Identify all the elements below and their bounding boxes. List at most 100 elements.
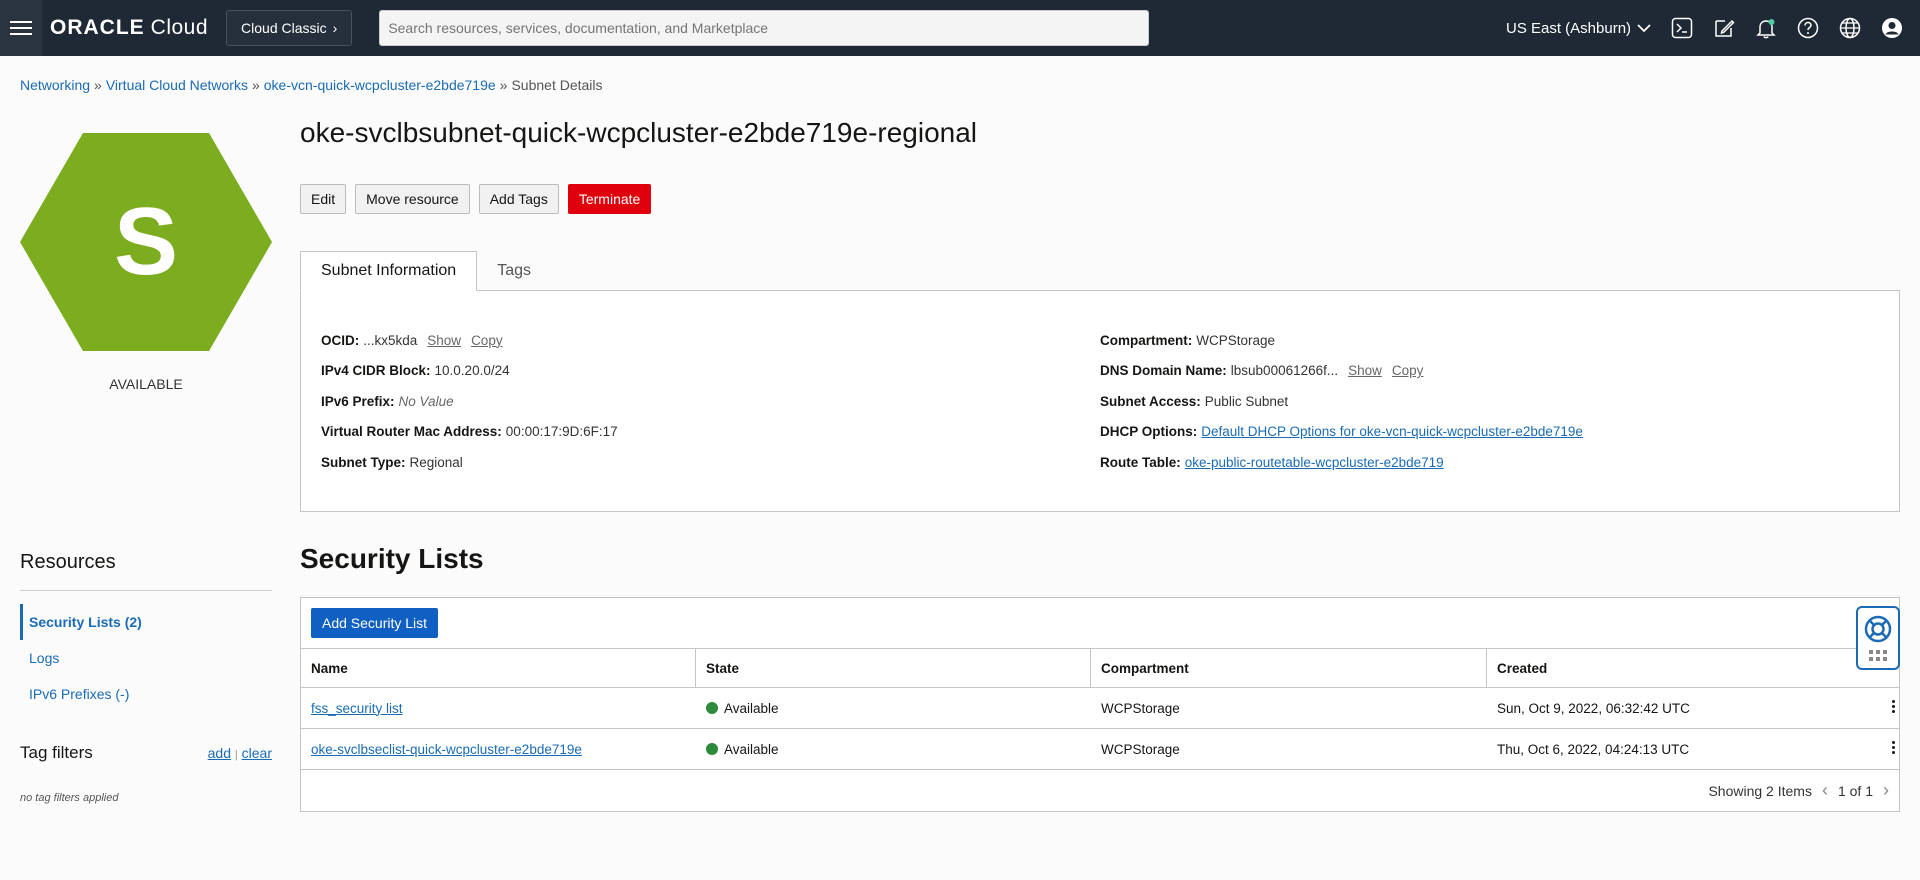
terminate-button[interactable]: Terminate — [567, 184, 652, 214]
resources-divider — [20, 590, 272, 591]
tag-filter-divider: | — [234, 749, 238, 761]
tag-filters-empty: no tag filters applied — [20, 792, 119, 804]
copy-dns-link[interactable]: Copy — [1392, 363, 1424, 378]
info-label: Subnet Type: — [321, 454, 406, 470]
state-value: Available — [724, 741, 779, 757]
info-label: OCID: — [321, 332, 360, 348]
chevron-right-icon: › — [332, 20, 338, 36]
security-lists-table: Add Security List Name State Compartment… — [300, 597, 1900, 812]
logo-brand: ORACLE — [50, 16, 145, 39]
status-available-icon — [706, 743, 718, 755]
tab-subnet-information[interactable]: Subnet Information — [300, 251, 478, 291]
info-column-right: Compartment: WCPStorage DNS Domain Name:… — [1100, 325, 1583, 478]
breadcrumb: Networking» Virtual Cloud Networks» oke-vc… — [20, 77, 603, 93]
breadcrumb-separator: » — [94, 77, 102, 93]
table-row: fss_security list Available WCPStorage S… — [301, 688, 1899, 729]
info-value: No Value — [398, 393, 454, 409]
edit-button[interactable]: Edit — [300, 184, 347, 214]
created-value: Thu, Oct 6, 2022, 04:24:13 UTC — [1497, 741, 1690, 757]
globe-icon[interactable] — [1838, 16, 1862, 40]
drag-handle-icon[interactable] — [1869, 650, 1887, 661]
edit-icon[interactable] — [1712, 16, 1736, 40]
add-tag-filter-link[interactable]: add — [208, 745, 231, 761]
info-route-table: Route Table: oke-public-routetable-wcpcl… — [1100, 447, 1583, 478]
logo-product: Cloud — [150, 16, 209, 39]
info-label: Subnet Access: — [1100, 393, 1201, 409]
row-actions-icon[interactable] — [1883, 741, 1895, 754]
cloud-shell-icon[interactable] — [1670, 16, 1694, 40]
info-label: DNS Domain Name: — [1100, 363, 1227, 379]
info-label: Virtual Router Mac Address: — [321, 424, 502, 440]
breadcrumb-networking[interactable]: Networking — [20, 77, 90, 93]
info-value: WCPStorage — [1196, 332, 1276, 348]
tag-filters-heading: Tag filters — [20, 743, 93, 762]
info-dns-domain: DNS Domain Name: lbsub00061266f... Show … — [1100, 356, 1583, 387]
search-input[interactable] — [388, 20, 1149, 36]
column-header-name[interactable]: Name — [301, 649, 696, 687]
help-widget[interactable] — [1856, 606, 1900, 670]
cloud-classic-button[interactable]: Cloud Classic › — [226, 10, 353, 46]
previous-page-icon[interactable]: ‹ — [1822, 780, 1828, 801]
page-title: oke-svclbsubnet-quick-wcpcluster-e2bde71… — [300, 117, 978, 148]
info-subnet-type: Subnet Type: Regional — [321, 447, 618, 478]
search-bar[interactable] — [379, 10, 1150, 46]
lifebuoy-icon — [1864, 615, 1892, 643]
move-resource-button[interactable]: Move resource — [355, 184, 470, 214]
show-ocid-link[interactable]: Show — [427, 333, 461, 348]
oracle-cloud-logo[interactable]: ORACLE Cloud — [50, 16, 208, 40]
column-header-state[interactable]: State — [696, 649, 1091, 687]
info-ipv4-cidr: IPv4 CIDR Block: 10.0.20.0/24 — [321, 356, 618, 387]
breadcrumb-vcn[interactable]: oke-vcn-quick-wcpcluster-e2bde719e — [264, 77, 496, 93]
column-header-created[interactable]: Created — [1487, 649, 1899, 687]
subnet-hexagon-icon: S — [20, 133, 272, 351]
resource-item-security-lists[interactable]: Security Lists (2) — [20, 604, 272, 640]
copy-ocid-link[interactable]: Copy — [471, 333, 503, 348]
breadcrumb-current: Subnet Details — [511, 77, 603, 93]
page-indicator: 1 of 1 — [1837, 782, 1873, 799]
info-value: Regional — [409, 454, 463, 470]
info-compartment: Compartment: WCPStorage — [1100, 325, 1583, 356]
pagination: Showing 2 Items ‹ 1 of 1 › — [1708, 780, 1889, 801]
row-actions-icon[interactable] — [1883, 700, 1895, 713]
add-tags-button[interactable]: Add Tags — [478, 184, 559, 214]
user-icon[interactable] — [1880, 16, 1904, 40]
info-value: 00:00:17:9D:6F:17 — [505, 424, 618, 440]
info-value: 10.0.20.0/24 — [434, 363, 510, 379]
menu-icon[interactable] — [0, 0, 42, 56]
action-buttons: Edit Move resource Add Tags Terminate — [300, 184, 652, 214]
column-header-compartment[interactable]: Compartment — [1091, 649, 1487, 687]
help-icon[interactable] — [1796, 16, 1820, 40]
route-table-link[interactable]: oke-public-routetable-wcpcluster-e2bde71… — [1185, 455, 1444, 470]
tab-tags[interactable]: Tags — [477, 251, 551, 291]
info-label: IPv6 Prefix: — [321, 393, 395, 409]
state-value: Available — [724, 700, 779, 716]
clear-tag-filter-link[interactable]: clear — [242, 745, 272, 761]
table-grid: Name State Compartment Created fss_secur… — [301, 648, 1899, 770]
top-navigation-bar: ORACLE Cloud Cloud Classic › US East (As… — [0, 0, 1920, 56]
created-value: Sun, Oct 9, 2022, 06:32:42 UTC — [1497, 700, 1690, 716]
info-ocid: OCID: ...kx5kda Show Copy — [321, 325, 618, 356]
resource-item-logs[interactable]: Logs — [20, 640, 272, 676]
security-list-link[interactable]: fss_security list — [311, 701, 403, 716]
table-header: Name State Compartment Created — [301, 648, 1899, 688]
security-lists-heading: Security Lists — [300, 543, 484, 574]
chevron-down-icon — [1637, 24, 1651, 33]
badge-letter: S — [113, 188, 179, 295]
info-value: Public Subnet — [1204, 393, 1289, 409]
item-count: Showing 2 Items — [1708, 782, 1812, 799]
info-value: lbsub00061266f... — [1230, 363, 1339, 379]
info-label: Route Table: — [1100, 454, 1181, 470]
add-security-list-button[interactable]: Add Security List — [311, 608, 439, 638]
security-list-link[interactable]: oke-svclbseclist-quick-wcpcluster-e2bde7… — [311, 742, 582, 757]
breadcrumb-vcns[interactable]: Virtual Cloud Networks — [106, 77, 248, 93]
resource-status-badge: S — [20, 133, 272, 351]
bell-icon[interactable] — [1754, 16, 1778, 40]
region-selector[interactable]: US East (Ashburn) — [1506, 0, 1651, 56]
lifecycle-status: AVAILABLE — [109, 376, 183, 392]
compartment-value: WCPStorage — [1101, 741, 1180, 757]
resources-heading: Resources — [20, 551, 116, 573]
resource-item-ipv6-prefixes[interactable]: IPv6 Prefixes (-) — [20, 676, 272, 712]
next-page-icon[interactable]: › — [1883, 780, 1889, 801]
show-dns-link[interactable]: Show — [1348, 363, 1382, 378]
dhcp-options-link[interactable]: Default DHCP Options for oke-vcn-quick-w… — [1201, 424, 1583, 439]
